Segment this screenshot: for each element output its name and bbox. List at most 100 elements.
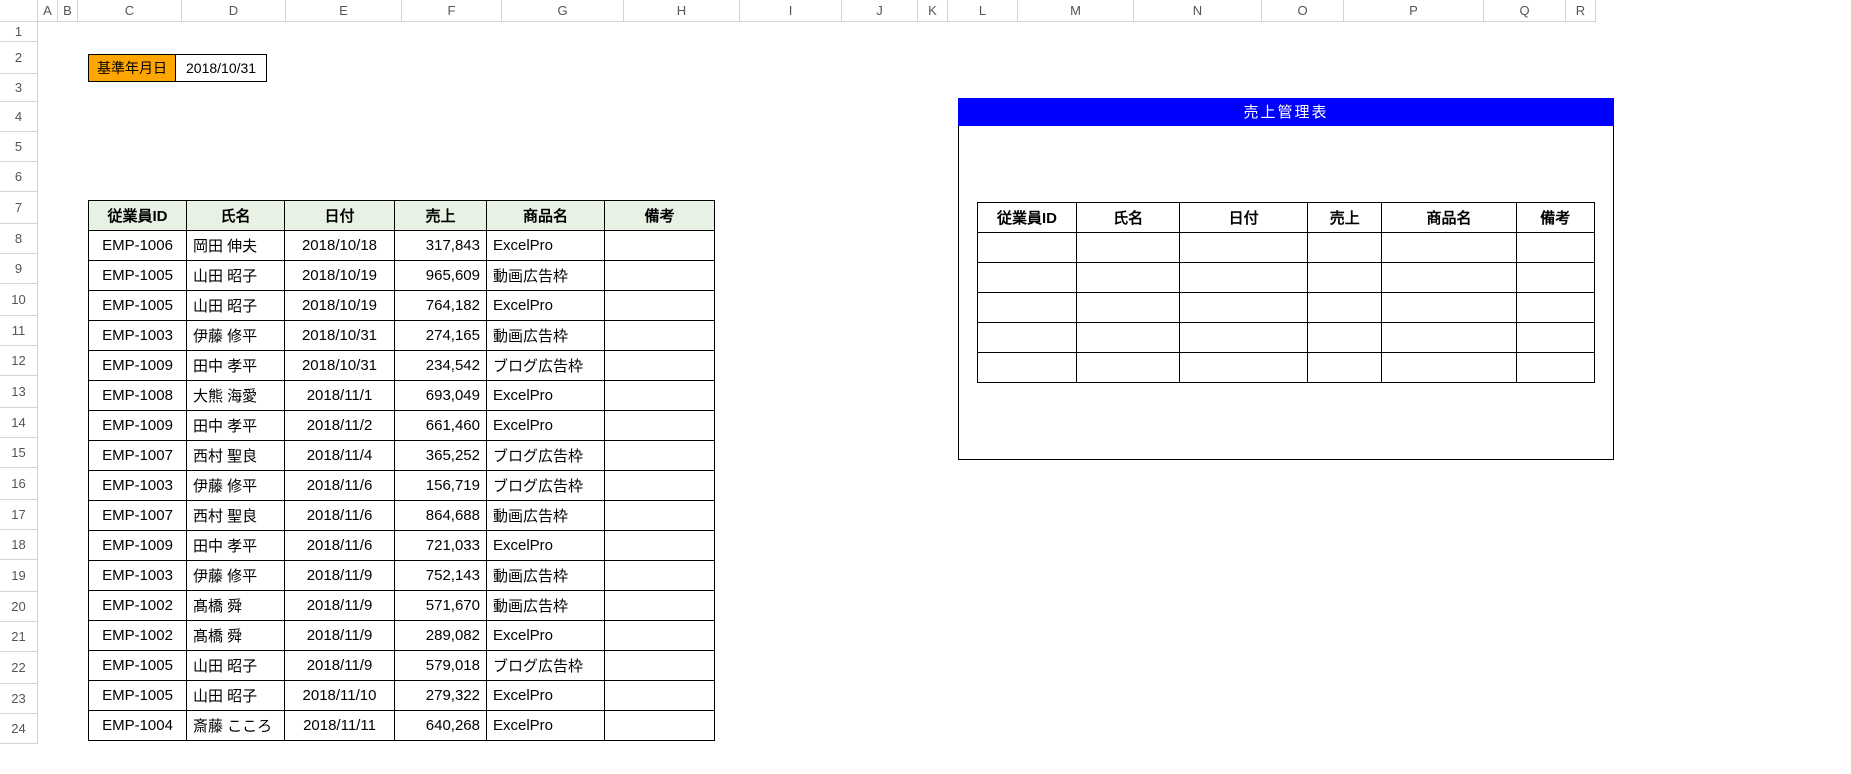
table-row[interactable]: EMP-1006岡田 伸夫2018/10/18317,843ExcelPro (89, 231, 715, 261)
column-header-Q[interactable]: Q (1484, 0, 1566, 22)
cell-note[interactable] (605, 591, 715, 621)
empty-cell[interactable] (1180, 263, 1308, 293)
cell-sales[interactable]: 764,182 (395, 291, 487, 321)
col-header-employee-id[interactable]: 従業員ID (89, 201, 187, 231)
col-header-name[interactable]: 氏名 (187, 201, 285, 231)
col-header-sales[interactable]: 売上 (395, 201, 487, 231)
empty-cell[interactable] (1180, 323, 1308, 353)
cell-sales[interactable]: 579,018 (395, 651, 487, 681)
column-header-M[interactable]: M (1018, 0, 1134, 22)
row-header-3[interactable]: 3 (0, 74, 38, 102)
cell-prod[interactable]: ブログ広告枠 (487, 441, 605, 471)
col-header-employee-id[interactable]: 従業員ID (978, 203, 1077, 233)
cell-sales[interactable]: 864,688 (395, 501, 487, 531)
cell-id[interactable]: EMP-1007 (89, 441, 187, 471)
cell-id[interactable]: EMP-1009 (89, 531, 187, 561)
empty-cell[interactable] (1180, 353, 1308, 383)
empty-cell[interactable] (1516, 293, 1594, 323)
cell-sales[interactable]: 965,609 (395, 261, 487, 291)
empty-cell[interactable] (1077, 233, 1180, 263)
cell-name[interactable]: 山田 昭子 (187, 261, 285, 291)
row-header-1[interactable]: 1 (0, 22, 38, 42)
cell-note[interactable] (605, 261, 715, 291)
cell-sales[interactable]: 289,082 (395, 621, 487, 651)
cell-date[interactable]: 2018/11/6 (285, 501, 395, 531)
empty-cell[interactable] (1077, 323, 1180, 353)
cell-name[interactable]: 岡田 伸夫 (187, 231, 285, 261)
cell-sales[interactable]: 234,542 (395, 351, 487, 381)
empty-cell[interactable] (1077, 263, 1180, 293)
column-header-L[interactable]: L (948, 0, 1018, 22)
column-header-P[interactable]: P (1344, 0, 1484, 22)
cell-note[interactable] (605, 471, 715, 501)
row-header-10[interactable]: 10 (0, 284, 38, 316)
cell-note[interactable] (605, 411, 715, 441)
empty-cell[interactable] (1516, 233, 1594, 263)
cell-note[interactable] (605, 291, 715, 321)
table-row[interactable]: EMP-1002髙橋 舜2018/11/9289,082ExcelPro (89, 621, 715, 651)
table-row[interactable] (978, 323, 1595, 353)
cell-note[interactable] (605, 231, 715, 261)
empty-cell[interactable] (1382, 233, 1516, 263)
cell-name[interactable]: 髙橋 舜 (187, 591, 285, 621)
cell-prod[interactable]: ExcelPro (487, 231, 605, 261)
empty-cell[interactable] (1382, 353, 1516, 383)
table-row[interactable]: EMP-1003伊藤 修平2018/11/9752,143動画広告枠 (89, 561, 715, 591)
col-header-sales[interactable]: 売上 (1308, 203, 1382, 233)
cell-name[interactable]: 西村 聖良 (187, 441, 285, 471)
cell-id[interactable]: EMP-1009 (89, 351, 187, 381)
cell-name[interactable]: 西村 聖良 (187, 501, 285, 531)
cell-id[interactable]: EMP-1008 (89, 381, 187, 411)
column-header-C[interactable]: C (78, 0, 182, 22)
empty-cell[interactable] (978, 293, 1077, 323)
empty-cell[interactable] (1516, 323, 1594, 353)
cell-id[interactable]: EMP-1004 (89, 711, 187, 741)
cell-prod[interactable]: 動画広告枠 (487, 561, 605, 591)
column-header-G[interactable]: G (502, 0, 624, 22)
empty-cell[interactable] (978, 263, 1077, 293)
column-header-A[interactable]: A (38, 0, 58, 22)
empty-cell[interactable] (1308, 353, 1382, 383)
cell-id[interactable]: EMP-1003 (89, 471, 187, 501)
table-row[interactable] (978, 233, 1595, 263)
row-header-9[interactable]: 9 (0, 254, 38, 284)
col-header-name[interactable]: 氏名 (1077, 203, 1180, 233)
cell-name[interactable]: 伊藤 修平 (187, 321, 285, 351)
table-row[interactable]: EMP-1002髙橋 舜2018/11/9571,670動画広告枠 (89, 591, 715, 621)
empty-cell[interactable] (1308, 263, 1382, 293)
column-header-J[interactable]: J (842, 0, 918, 22)
row-header-22[interactable]: 22 (0, 652, 38, 684)
cell-date[interactable]: 2018/11/2 (285, 411, 395, 441)
empty-cell[interactable] (1382, 293, 1516, 323)
sales-management-table[interactable]: 従業員ID 氏名 日付 売上 商品名 備考 (977, 202, 1595, 383)
empty-cell[interactable] (978, 323, 1077, 353)
empty-cell[interactable] (1308, 293, 1382, 323)
cell-id[interactable]: EMP-1003 (89, 321, 187, 351)
cell-prod[interactable]: ブログ広告枠 (487, 471, 605, 501)
cell-date[interactable]: 2018/10/19 (285, 261, 395, 291)
cell-date[interactable]: 2018/11/11 (285, 711, 395, 741)
col-header-date[interactable]: 日付 (285, 201, 395, 231)
row-header-6[interactable]: 6 (0, 162, 38, 192)
column-header-K[interactable]: K (918, 0, 948, 22)
cell-sales[interactable]: 317,843 (395, 231, 487, 261)
table-row[interactable]: EMP-1003伊藤 修平2018/10/31274,165動画広告枠 (89, 321, 715, 351)
cell-date[interactable]: 2018/10/18 (285, 231, 395, 261)
cell-name[interactable]: 山田 昭子 (187, 651, 285, 681)
cell-sales[interactable]: 365,252 (395, 441, 487, 471)
cell-note[interactable] (605, 711, 715, 741)
cell-sales[interactable]: 571,670 (395, 591, 487, 621)
table-row[interactable]: EMP-1009田中 孝平2018/11/6721,033ExcelPro (89, 531, 715, 561)
col-header-product[interactable]: 商品名 (1382, 203, 1516, 233)
column-header-O[interactable]: O (1262, 0, 1344, 22)
col-header-product[interactable]: 商品名 (487, 201, 605, 231)
cell-prod[interactable]: 動画広告枠 (487, 501, 605, 531)
cell-sales[interactable]: 279,322 (395, 681, 487, 711)
cell-name[interactable]: 髙橋 舜 (187, 621, 285, 651)
empty-cell[interactable] (978, 353, 1077, 383)
row-header-24[interactable]: 24 (0, 714, 38, 744)
col-header-note[interactable]: 備考 (1516, 203, 1594, 233)
cell-date[interactable]: 2018/11/1 (285, 381, 395, 411)
table-row[interactable]: EMP-1009田中 孝平2018/11/2661,460ExcelPro (89, 411, 715, 441)
cell-sales[interactable]: 274,165 (395, 321, 487, 351)
